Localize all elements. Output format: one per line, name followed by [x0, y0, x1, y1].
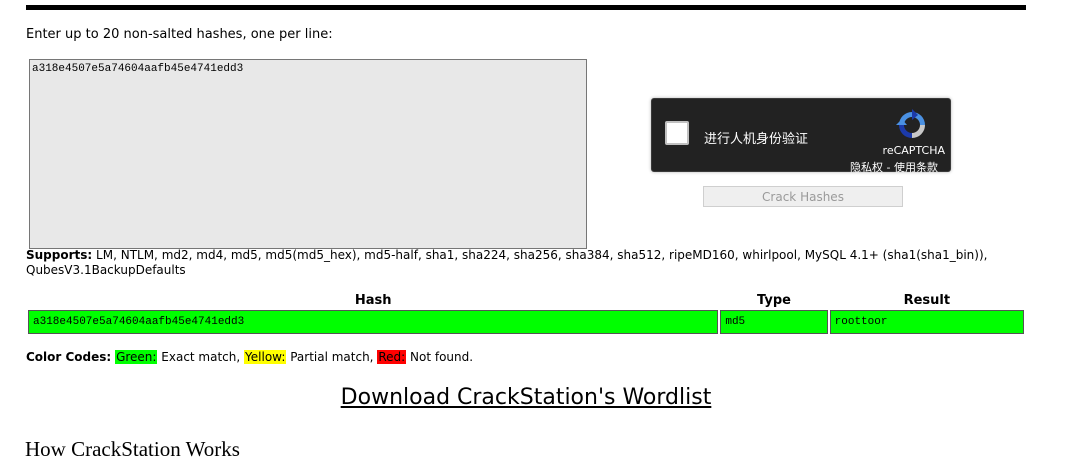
results-header-row: Hash Type Result — [28, 293, 1024, 308]
supports-list: LM, NTLM, md2, md4, md5, md5(md5_hex), m… — [26, 248, 988, 277]
header-result: Result — [903, 293, 951, 308]
recaptcha-widget: 进行人机身份验证 reCAPTCHA 隐私权 - 使用条款 — [651, 98, 951, 175]
recaptcha-terms-link[interactable]: 隐私权 - 使用条款 — [850, 159, 938, 175]
hash-input[interactable]: a318e4507e5a74604aafb45e4741edd3 — [29, 59, 587, 249]
result-type-cell: md5 — [720, 310, 828, 334]
green-swatch: Green: — [115, 350, 158, 364]
supports-label: Supports: — [26, 248, 93, 262]
red-swatch: Red: — [377, 350, 407, 364]
instructions-text: Enter up to 20 non-salted hashes, one pe… — [26, 27, 333, 42]
header-hash: Hash — [354, 293, 392, 308]
green-desc: Exact match, — [161, 350, 241, 364]
yellow-desc: Partial match, — [290, 350, 374, 364]
recaptcha-brand: reCAPTCHA — [882, 144, 945, 157]
recaptcha-logo-icon — [896, 109, 925, 138]
crack-hashes-button[interactable]: Crack Hashes — [703, 186, 903, 207]
result-value-cell: roottoor — [829, 310, 1024, 334]
recaptcha-checkbox[interactable] — [665, 121, 689, 145]
header-type: Type — [757, 293, 791, 308]
results-table: Hash Type Result a318e4507e5a74604aafb45… — [26, 291, 1026, 336]
color-codes-label: Color Codes: — [26, 350, 112, 364]
color-codes-legend: Color Codes: Green: Exact match, Yellow:… — [26, 350, 473, 364]
supported-algorithms: Supports: LM, NTLM, md2, md4, md5, md5(m… — [26, 248, 1026, 278]
table-row: a318e4507e5a74604aafb45e4741edd3 md5 roo… — [28, 310, 1024, 334]
yellow-swatch: Yellow: — [244, 350, 287, 364]
recaptcha-label: 进行人机身份验证 — [704, 132, 809, 147]
red-desc: Not found. — [410, 350, 474, 364]
download-wordlist-link[interactable]: Download CrackStation's Wordlist — [0, 385, 1052, 410]
how-it-works-heading: How CrackStation Works — [25, 437, 240, 461]
top-divider — [26, 5, 1026, 10]
result-hash-cell: a318e4507e5a74604aafb45e4741edd3 — [28, 310, 719, 334]
